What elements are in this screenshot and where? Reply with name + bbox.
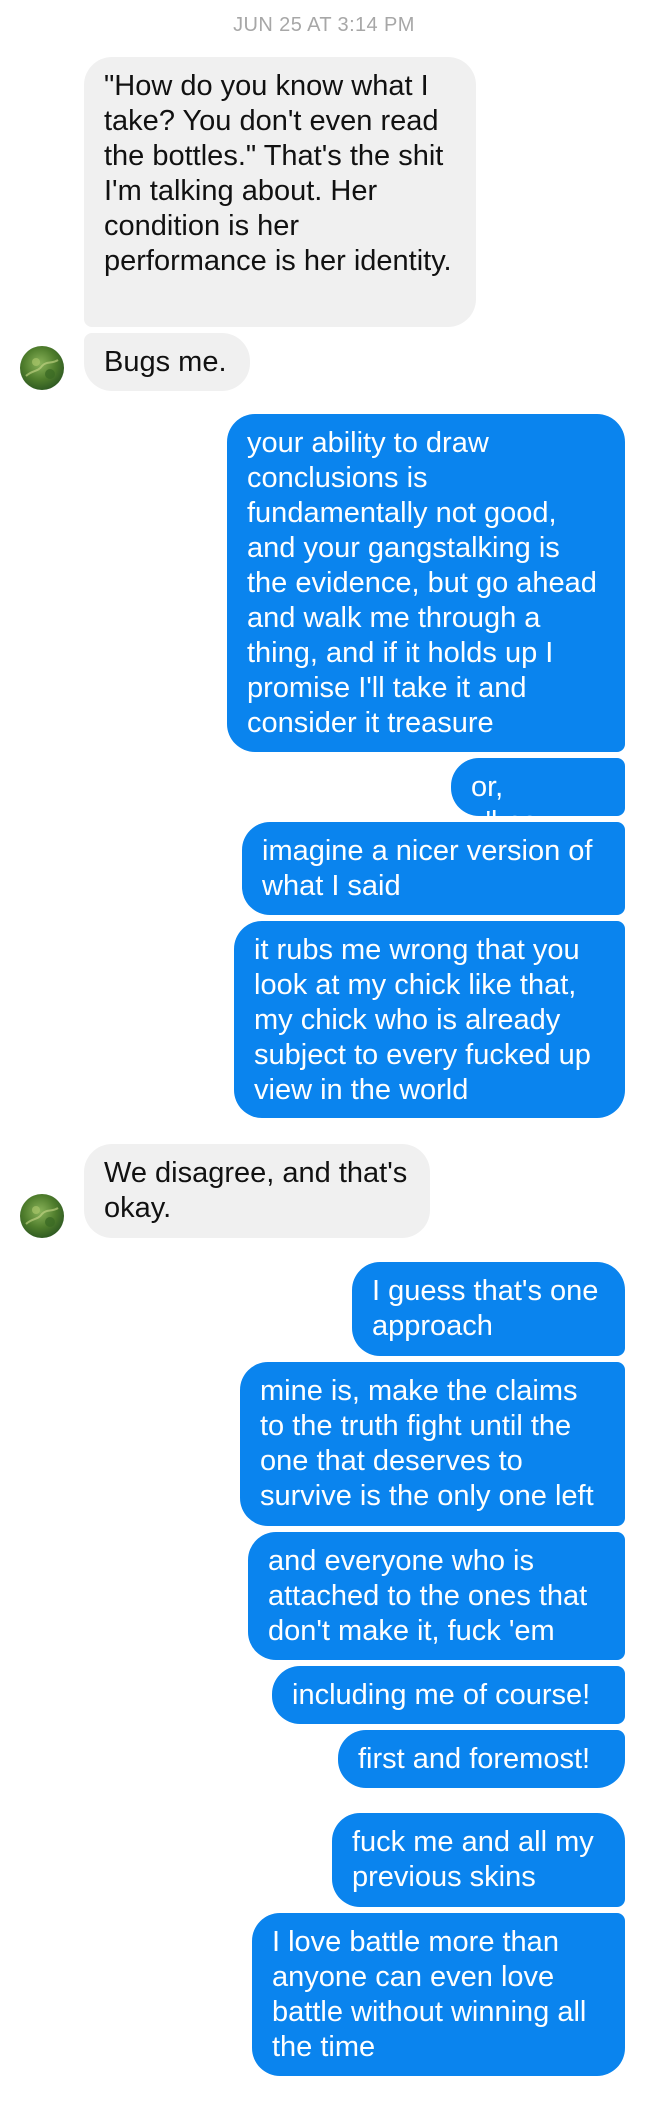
outgoing-message-bubble[interactable]: I guess that's one approach [352, 1262, 625, 1356]
incoming-message-bubble[interactable]: Bugs me. [84, 333, 250, 391]
outgoing-message-bubble[interactable]: or, y'know, [451, 758, 625, 838]
avatar-photo-icon [25, 1206, 59, 1227]
outgoing-message-bubble[interactable]: imagine a nicer version of what I said [242, 822, 625, 915]
outgoing-message-bubble[interactable]: it rubs me wrong that you look at my chi… [234, 921, 625, 1118]
conversation-timestamp: JUN 25 AT 3:14 PM [233, 14, 415, 36]
contact-avatar[interactable] [20, 1194, 64, 1238]
outgoing-message-bubble[interactable]: I love battle more than anyone can even … [252, 1913, 625, 2076]
outgoing-message-bubble[interactable]: your ability to draw conclusions is fund… [227, 414, 625, 752]
outgoing-message-bubble[interactable]: mine is, make the claims to the truth fi… [240, 1362, 625, 1526]
outgoing-message-bubble[interactable]: first and foremost! [338, 1730, 625, 1788]
incoming-message-bubble[interactable]: We disagree, and that's okay. [84, 1144, 430, 1238]
incoming-message-bubble[interactable]: "How do you know what I take? You don't … [84, 57, 476, 327]
contact-avatar[interactable] [20, 346, 64, 390]
outgoing-message-bubble[interactable]: and everyone who is attached to the ones… [248, 1532, 625, 1660]
avatar-photo-icon [25, 358, 59, 379]
outgoing-message-bubble[interactable]: fuck me and all my previous skins [332, 1813, 625, 1907]
outgoing-message-bubble[interactable]: including me of course! [272, 1666, 625, 1724]
